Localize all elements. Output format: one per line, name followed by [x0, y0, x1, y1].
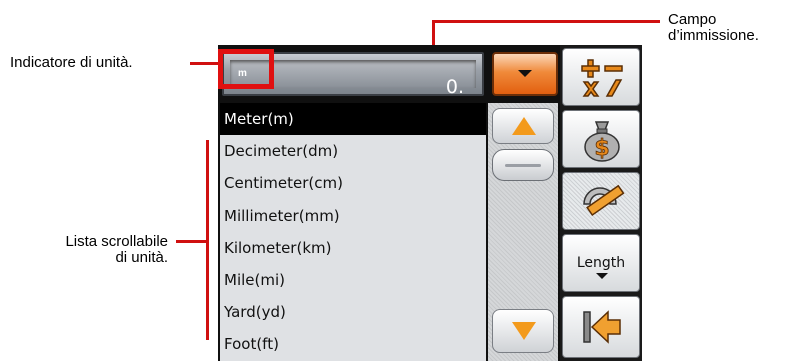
arrow-down-icon [512, 322, 536, 340]
annotation-unit-indicator: Indicatore di unità. [10, 54, 133, 71]
right-toolbar: $ Length [560, 45, 642, 361]
scroll-up-button[interactable] [492, 108, 554, 144]
scroll-down-button[interactable] [492, 309, 554, 353]
annotation-line-list-h [176, 240, 208, 243]
length-label: Length [576, 255, 626, 271]
currency-bag-icon: $ [584, 121, 620, 162]
list-item[interactable]: Yard(yd) [220, 296, 486, 328]
annotation-input-field: Campo d’immissione. [668, 12, 759, 44]
annotation-line-input-h [432, 20, 660, 23]
annotation-list-line2: di unità. [115, 249, 168, 266]
list-item[interactable]: Meter(m) [220, 103, 486, 136]
converter-screen: m 0. Meter(m) Decimeter(dm) Centimeter(c… [218, 45, 642, 361]
arrow-up-icon [512, 117, 536, 135]
list-item[interactable]: Centimeter(cm) [220, 167, 486, 199]
currency-button[interactable]: $ [562, 110, 640, 168]
unit-list[interactable]: Meter(m) Decimeter(dm) Centimeter(cm) Mi… [220, 103, 486, 361]
list-item[interactable]: Foot(ft) [220, 328, 486, 360]
back-arrow-icon [583, 310, 621, 344]
unit-list-scrollbar[interactable] [488, 103, 558, 361]
ruler-icon [583, 184, 625, 217]
list-item[interactable]: Decimeter(dm) [220, 135, 486, 167]
list-item[interactable]: Millimeter(mm) [220, 200, 486, 232]
length-category-button[interactable]: Length [562, 234, 640, 292]
calculator-button[interactable] [562, 48, 640, 106]
chevron-down-icon [518, 70, 532, 77]
unit-dropdown-button[interactable] [492, 52, 558, 96]
annotation-input-line2: d’immissione. [668, 27, 759, 44]
annotation-list-line1: Lista scrollabile [65, 233, 168, 250]
measurement-button[interactable] [562, 172, 640, 230]
list-item[interactable]: Kilometer(km) [220, 232, 486, 264]
annotation-unit-list: Lista scrollabile di unità. [18, 234, 168, 266]
input-value: 0. [445, 76, 464, 98]
back-button[interactable] [562, 296, 640, 358]
svg-text:$: $ [594, 136, 609, 161]
chevron-down-icon [596, 273, 608, 279]
scroll-thumb-grip [505, 164, 541, 167]
annotation-input-line1: Campo [668, 11, 717, 28]
unit-indicator-highlight [218, 49, 274, 89]
list-item[interactable]: Mile(mi) [220, 264, 486, 296]
calculator-icon [581, 59, 623, 97]
scroll-thumb[interactable] [492, 149, 554, 181]
